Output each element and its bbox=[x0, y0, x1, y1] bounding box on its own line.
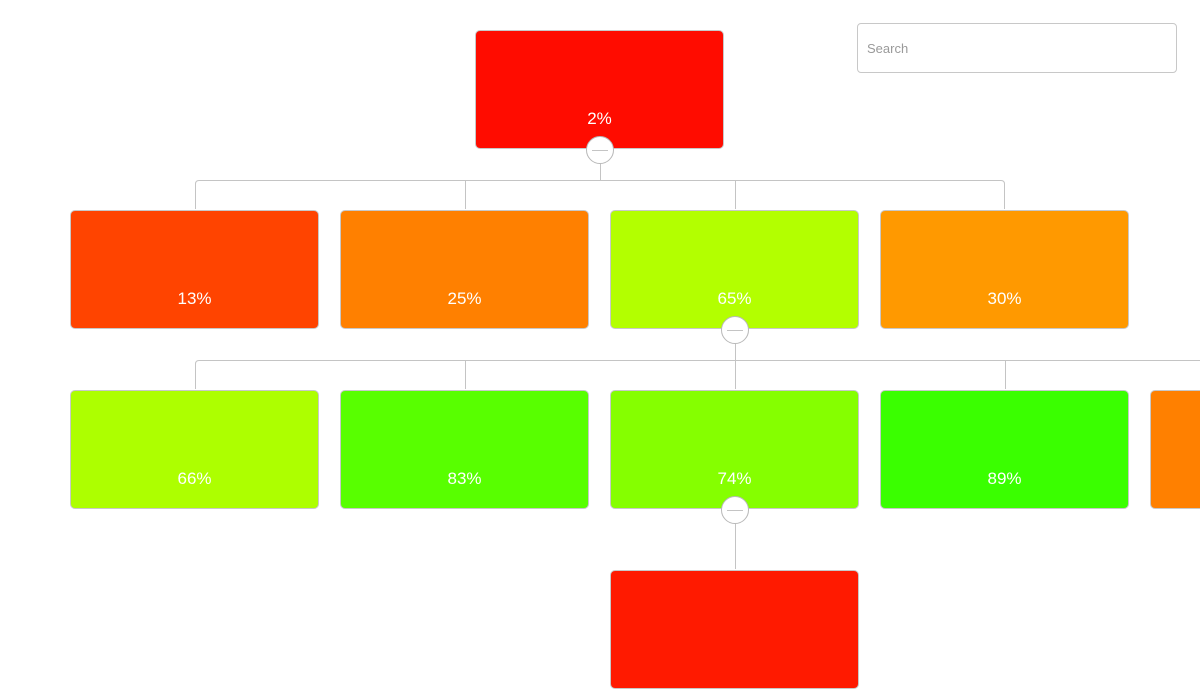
node-label: 30% bbox=[881, 289, 1128, 309]
node-label: 74% bbox=[611, 469, 858, 489]
node-label: 25% bbox=[341, 289, 588, 309]
minus-icon bbox=[592, 150, 608, 151]
node-level1[interactable]: 30% bbox=[880, 210, 1129, 329]
node-label: 83% bbox=[341, 469, 588, 489]
search-input[interactable] bbox=[857, 23, 1177, 73]
collapse-toggle-root[interactable] bbox=[586, 136, 614, 164]
node-level2[interactable]: 66% bbox=[70, 390, 319, 509]
connector-mid-bus bbox=[196, 361, 1200, 390]
node-level2[interactable]: 89% bbox=[880, 390, 1129, 509]
node-level1[interactable]: 65% bbox=[610, 210, 859, 329]
node-level2[interactable]: 74% bbox=[610, 390, 859, 509]
connector-root-bus bbox=[196, 181, 1005, 210]
node-root[interactable]: 2% bbox=[475, 30, 724, 149]
node-label: 66% bbox=[71, 469, 318, 489]
node-level2[interactable]: 83% bbox=[340, 390, 589, 509]
node-level1[interactable]: 25% bbox=[340, 210, 589, 329]
node-label: 2% bbox=[476, 109, 723, 129]
node-level2[interactable] bbox=[1150, 390, 1200, 509]
collapse-toggle-level1[interactable] bbox=[721, 316, 749, 344]
node-label: 65% bbox=[611, 289, 858, 309]
minus-icon bbox=[727, 510, 743, 511]
node-level1[interactable]: 13% bbox=[70, 210, 319, 329]
node-label: 89% bbox=[881, 469, 1128, 489]
node-level3[interactable] bbox=[610, 570, 859, 689]
collapse-toggle-level2[interactable] bbox=[721, 496, 749, 524]
node-label: 13% bbox=[71, 289, 318, 309]
minus-icon bbox=[727, 330, 743, 331]
